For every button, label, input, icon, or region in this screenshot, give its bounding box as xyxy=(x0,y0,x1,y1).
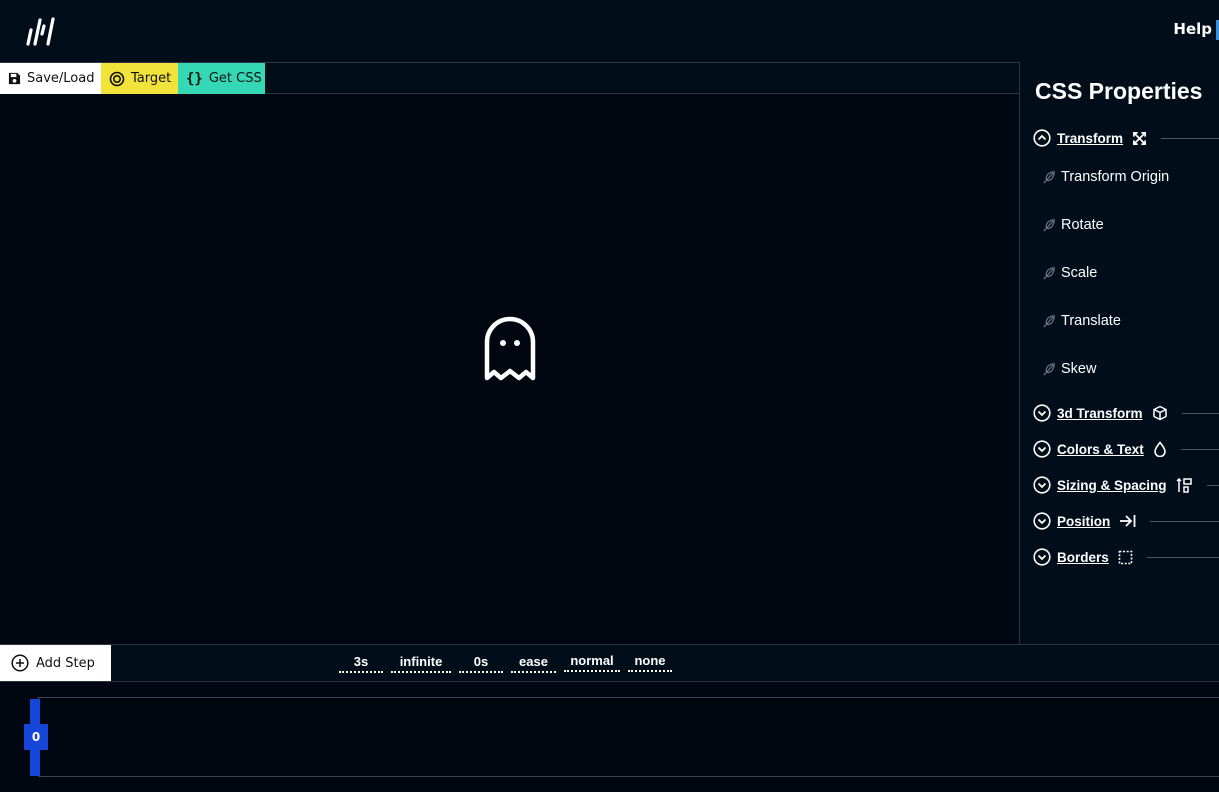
add-step-button[interactable]: Add Step xyxy=(0,645,111,681)
transform-item-label: Translate xyxy=(1061,313,1121,329)
section-label: Transform xyxy=(1057,130,1124,146)
expand-arrows-icon xyxy=(1133,131,1146,145)
plus-circle-icon xyxy=(11,654,29,672)
duration-setting[interactable]: 3s xyxy=(339,654,383,673)
chevron-down-icon xyxy=(1033,548,1051,566)
feather-icon xyxy=(1043,314,1055,328)
feather-icon xyxy=(1043,218,1055,232)
section-label: Sizing & Spacing xyxy=(1057,477,1167,493)
add-step-label: Add Step xyxy=(36,655,95,671)
transform-item-rotate[interactable]: Rotate xyxy=(1041,215,1104,235)
transform-item-scale[interactable]: Scale xyxy=(1041,263,1097,283)
get-css-label: Get CSS xyxy=(208,71,262,86)
transform-item-label: Rotate xyxy=(1061,217,1104,233)
css-properties-panel: CSS Properties Transform Transform Origi… xyxy=(1019,62,1219,644)
chevron-up-icon xyxy=(1033,129,1051,147)
chevron-down-icon xyxy=(1033,476,1051,494)
section-divider xyxy=(1150,520,1219,522)
arrow-to-line-icon xyxy=(1120,515,1136,527)
section-position[interactable]: Position xyxy=(1033,510,1219,532)
sizing-icon xyxy=(1175,477,1192,493)
app-header: Help xyxy=(0,0,1219,62)
animation-bar: Add Step 3s infinite 0s ease normal none xyxy=(0,644,1219,682)
section-divider xyxy=(1161,137,1219,139)
section-colors-text[interactable]: Colors & Text xyxy=(1033,438,1219,460)
iteration-count-setting[interactable]: infinite xyxy=(391,654,451,673)
direction-setting[interactable]: normal xyxy=(564,653,620,672)
section-label: Position xyxy=(1057,513,1111,529)
transform-item-label: Scale xyxy=(1061,265,1098,281)
section-transform[interactable]: Transform xyxy=(1033,127,1219,149)
section-sizing-spacing[interactable]: Sizing & Spacing xyxy=(1033,474,1219,496)
transform-item-skew[interactable]: Skew xyxy=(1041,359,1096,379)
cube-icon xyxy=(1152,405,1167,421)
panel-title: CSS Properties xyxy=(1035,78,1203,104)
keyframe-marker-label[interactable]: 0 xyxy=(24,724,48,750)
chevron-down-icon xyxy=(1033,440,1051,458)
chevron-down-icon xyxy=(1033,404,1051,422)
toolbar: Save/Load Target {} Get CSS xyxy=(0,62,1020,94)
target-button[interactable]: Target xyxy=(101,63,178,94)
ghost-icon[interactable] xyxy=(483,316,537,384)
transform-item-origin[interactable]: Transform Origin xyxy=(1041,167,1169,187)
section-divider xyxy=(1146,556,1219,558)
target-icon xyxy=(109,71,125,86)
feather-icon xyxy=(1043,266,1055,280)
braces-icon: {} xyxy=(186,70,203,87)
fill-mode-setting[interactable]: none xyxy=(628,653,672,672)
timeline-track[interactable] xyxy=(38,697,1219,777)
transform-item-label: Transform Origin xyxy=(1061,169,1170,185)
section-label: 3d Transform xyxy=(1057,405,1143,421)
timeline: 0 xyxy=(0,682,1219,792)
delay-setting[interactable]: 0s xyxy=(459,654,503,673)
app-logo[interactable] xyxy=(22,14,58,48)
transform-item-label: Skew xyxy=(1061,361,1097,377)
droplet-icon xyxy=(1153,441,1166,457)
section-divider xyxy=(1206,484,1219,486)
transform-item-translate[interactable]: Translate xyxy=(1041,311,1121,331)
section-divider xyxy=(1180,448,1219,450)
floppy-disk-icon xyxy=(8,72,21,85)
dashed-square-icon xyxy=(1118,550,1133,564)
save-load-label: Save/Load xyxy=(27,71,95,86)
target-label: Target xyxy=(131,71,172,86)
section-label: Borders xyxy=(1057,549,1109,565)
section-3d-transform[interactable]: 3d Transform xyxy=(1033,402,1219,424)
help-link[interactable]: Help xyxy=(1173,20,1212,38)
section-label: Colors & Text xyxy=(1057,441,1144,457)
section-divider xyxy=(1181,412,1219,414)
preview-stage xyxy=(0,94,1019,644)
section-borders[interactable]: Borders xyxy=(1033,546,1219,568)
feather-icon xyxy=(1043,170,1055,184)
chevron-down-icon xyxy=(1033,512,1051,530)
save-load-button[interactable]: Save/Load xyxy=(0,63,101,94)
timing-function-setting[interactable]: ease xyxy=(511,654,556,673)
get-css-button[interactable]: {} Get CSS xyxy=(178,63,265,94)
feather-icon xyxy=(1043,362,1055,376)
